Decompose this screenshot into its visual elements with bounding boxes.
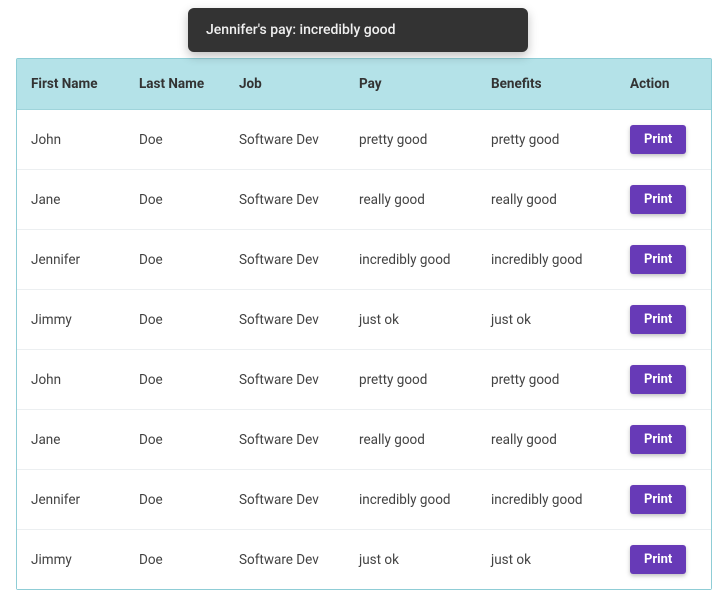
cell-last-name: Doe (125, 350, 225, 410)
cell-job: Software Dev (225, 470, 345, 530)
cell-action: Print (616, 110, 711, 170)
table-row: JohnDoeSoftware Devpretty goodpretty goo… (17, 350, 711, 410)
col-header-job[interactable]: Job (225, 59, 345, 110)
cell-job: Software Dev (225, 170, 345, 230)
cell-last-name: Doe (125, 110, 225, 170)
cell-first-name: John (17, 350, 125, 410)
cell-action: Print (616, 530, 711, 590)
cell-benefits: pretty good (477, 110, 616, 170)
col-header-first-name[interactable]: First Name (17, 59, 125, 110)
cell-action: Print (616, 350, 711, 410)
employee-table-container: First Name Last Name Job Pay Benefits Ac… (16, 58, 712, 590)
table-row: JohnDoeSoftware Devpretty goodpretty goo… (17, 110, 711, 170)
cell-last-name: Doe (125, 410, 225, 470)
table-row: JenniferDoeSoftware Devincredibly goodin… (17, 230, 711, 290)
cell-pay: incredibly good (345, 470, 477, 530)
cell-first-name: Jane (17, 410, 125, 470)
col-header-pay[interactable]: Pay (345, 59, 477, 110)
cell-last-name: Doe (125, 290, 225, 350)
cell-last-name: Doe (125, 230, 225, 290)
print-button[interactable]: Print (630, 485, 686, 514)
employee-table: First Name Last Name Job Pay Benefits Ac… (17, 59, 711, 589)
cell-pay: really good (345, 410, 477, 470)
cell-first-name: John (17, 110, 125, 170)
table-row: JaneDoeSoftware Devreally goodreally goo… (17, 170, 711, 230)
table-row: JenniferDoeSoftware Devincredibly goodin… (17, 470, 711, 530)
cell-last-name: Doe (125, 470, 225, 530)
cell-job: Software Dev (225, 350, 345, 410)
col-header-benefits[interactable]: Benefits (477, 59, 616, 110)
table-row: JimmyDoeSoftware Devjust okjust okPrint (17, 530, 711, 590)
cell-job: Software Dev (225, 230, 345, 290)
cell-benefits: just ok (477, 290, 616, 350)
tooltip: Jennifer's pay: incredibly good (188, 8, 528, 52)
cell-benefits: pretty good (477, 350, 616, 410)
cell-first-name: Jennifer (17, 230, 125, 290)
cell-benefits: just ok (477, 530, 616, 590)
cell-pay: pretty good (345, 350, 477, 410)
cell-last-name: Doe (125, 170, 225, 230)
cell-first-name: Jennifer (17, 470, 125, 530)
cell-benefits: incredibly good (477, 470, 616, 530)
cell-first-name: Jane (17, 170, 125, 230)
cell-job: Software Dev (225, 110, 345, 170)
cell-job: Software Dev (225, 530, 345, 590)
print-button[interactable]: Print (630, 365, 686, 394)
cell-benefits: really good (477, 170, 616, 230)
table-row: JaneDoeSoftware Devreally goodreally goo… (17, 410, 711, 470)
cell-action: Print (616, 230, 711, 290)
cell-pay: incredibly good (345, 230, 477, 290)
col-header-last-name[interactable]: Last Name (125, 59, 225, 110)
cell-benefits: really good (477, 410, 616, 470)
print-button[interactable]: Print (630, 425, 686, 454)
cell-pay: pretty good (345, 110, 477, 170)
cell-pay: really good (345, 170, 477, 230)
col-header-action[interactable]: Action (616, 59, 711, 110)
print-button[interactable]: Print (630, 125, 686, 154)
cell-last-name: Doe (125, 530, 225, 590)
table-body: JohnDoeSoftware Devpretty goodpretty goo… (17, 110, 711, 590)
cell-action: Print (616, 170, 711, 230)
print-button[interactable]: Print (630, 305, 686, 334)
cell-job: Software Dev (225, 290, 345, 350)
cell-first-name: Jimmy (17, 530, 125, 590)
cell-first-name: Jimmy (17, 290, 125, 350)
cell-action: Print (616, 290, 711, 350)
print-button[interactable]: Print (630, 185, 686, 214)
tooltip-text: Jennifer's pay: incredibly good (206, 22, 396, 38)
print-button[interactable]: Print (630, 245, 686, 274)
cell-benefits: incredibly good (477, 230, 616, 290)
print-button[interactable]: Print (630, 545, 686, 574)
cell-pay: just ok (345, 530, 477, 590)
cell-action: Print (616, 470, 711, 530)
table-row: JimmyDoeSoftware Devjust okjust okPrint (17, 290, 711, 350)
cell-pay: just ok (345, 290, 477, 350)
table-header-row: First Name Last Name Job Pay Benefits Ac… (17, 59, 711, 110)
cell-action: Print (616, 410, 711, 470)
cell-job: Software Dev (225, 410, 345, 470)
